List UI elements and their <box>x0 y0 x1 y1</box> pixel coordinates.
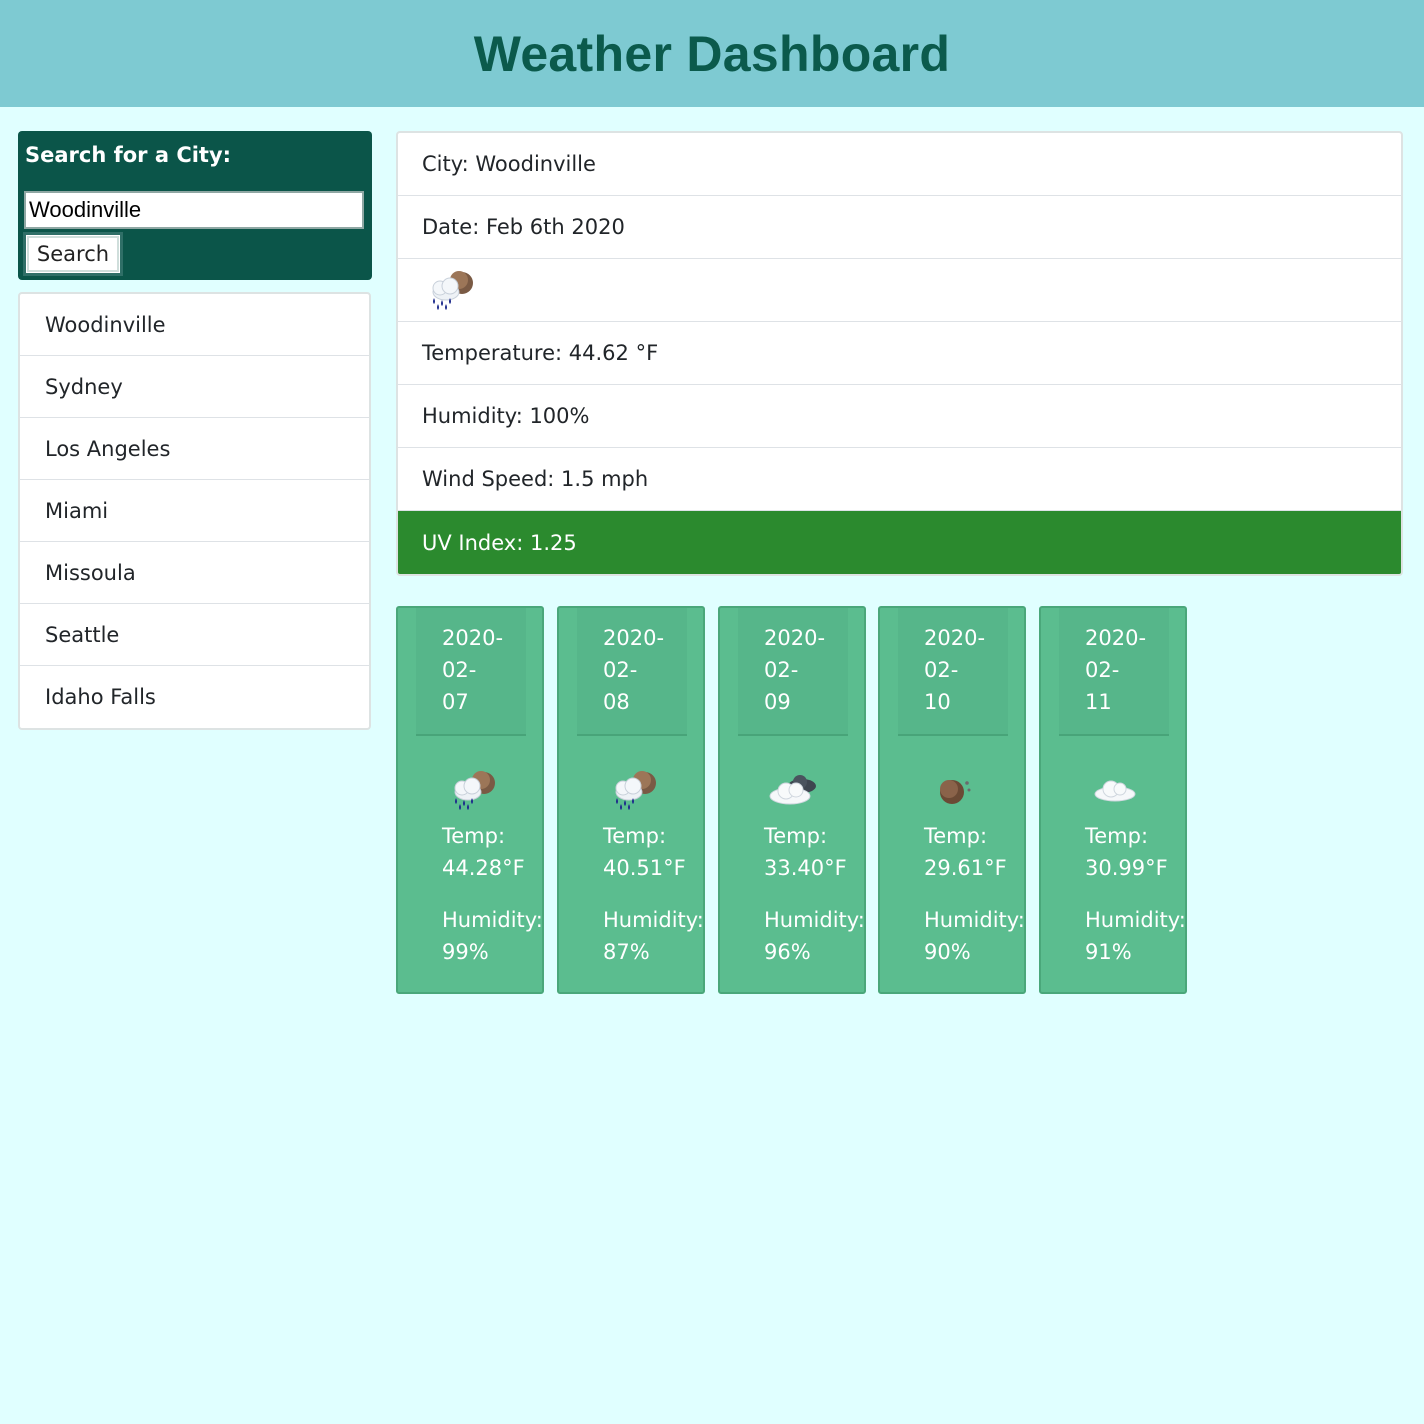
history-item-woodinville[interactable]: Woodinville <box>20 294 369 356</box>
forecast-date-month: 02- <box>442 658 477 682</box>
history-item-idaho-falls[interactable]: Idaho Falls <box>20 666 369 728</box>
forecast-date-day: 07 <box>442 690 469 714</box>
forecast-date-year: 2020- <box>924 626 986 650</box>
search-history-list: Woodinville Sydney Los Angeles Miami Mis… <box>18 292 371 730</box>
forecast-date-year: 2020- <box>603 626 665 650</box>
forecast-date-month: 02- <box>1085 658 1120 682</box>
city-search-input[interactable] <box>24 191 364 229</box>
forecast-date-day: 09 <box>764 690 791 714</box>
forecast-temp: 44.28°F <box>442 856 525 880</box>
forecast-humidity-label: Humidity: <box>442 908 543 932</box>
current-wind-speed: Wind Speed: 1.5 mph <box>398 448 1401 511</box>
forecast-date: 2020- 02- 07 <box>416 608 526 736</box>
forecast-humidity: 90% <box>924 940 971 964</box>
forecast-date-day: 10 <box>924 690 951 714</box>
forecast-temp: 33.40°F <box>764 856 847 880</box>
forecast-date-day: 11 <box>1085 690 1112 714</box>
history-item-missoula[interactable]: Missoula <box>20 542 369 604</box>
rain-and-night-icon <box>605 770 661 810</box>
forecast-humidity: 99% <box>442 940 489 964</box>
forecast-temp: 29.61°F <box>924 856 1007 880</box>
current-humidity: Humidity: 100% <box>398 385 1401 448</box>
forecast-humidity: 96% <box>764 940 811 964</box>
current-icon-row <box>398 259 1401 322</box>
search-title: Search for a City: <box>25 143 232 167</box>
page-header: Weather Dashboard <box>0 0 1424 107</box>
forecast-date: 2020- 02- 11 <box>1059 608 1169 736</box>
forecast-date: 2020- 02- 10 <box>898 608 1008 736</box>
rain-and-night-icon <box>422 270 478 310</box>
forecast-date-month: 02- <box>924 658 959 682</box>
forecast-humidity: 91% <box>1085 940 1132 964</box>
page-title: Weather Dashboard <box>473 25 951 82</box>
forecast-temp-label: Temp: <box>603 824 667 848</box>
forecast-date-year: 2020- <box>442 626 504 650</box>
history-item-los-angeles[interactable]: Los Angeles <box>20 418 369 480</box>
current-city: City: Woodinville <box>398 133 1401 196</box>
forecast-card: 2020- 02- 11 Temp: 30.99°F Humidity: 91% <box>1039 606 1187 994</box>
uv-index-badge: UV Index: 1.25 <box>398 511 1401 574</box>
forecast-date: 2020- 02- 09 <box>738 608 848 736</box>
forecast-humidity-label: Humidity: <box>603 908 704 932</box>
forecast-temp-label: Temp: <box>924 824 988 848</box>
forecast-humidity-label: Humidity: <box>764 908 865 932</box>
forecast-temp-label: Temp: <box>1085 824 1149 848</box>
forecast-humidity-label: Humidity: <box>924 908 1025 932</box>
forecast-card: 2020- 02- 10 Temp: 29.61°F Humidity: 90% <box>878 606 1026 994</box>
search-panel: Search for a City: Search <box>18 131 372 280</box>
forecast-humidity-label: Humidity: <box>1085 908 1186 932</box>
forecast-temp: 40.51°F <box>603 856 686 880</box>
forecast-date-day: 08 <box>603 690 630 714</box>
cloud-icon <box>1087 770 1143 810</box>
forecast-card: 2020- 02- 09 Temp: 33.40°F Humidity: 96% <box>718 606 866 994</box>
forecast-date-month: 02- <box>764 658 799 682</box>
history-item-seattle[interactable]: Seattle <box>20 604 369 666</box>
forecast-temp: 30.99°F <box>1085 856 1168 880</box>
history-item-sydney[interactable]: Sydney <box>20 356 369 418</box>
forecast-date-year: 2020- <box>764 626 826 650</box>
forecast-humidity: 87% <box>603 940 650 964</box>
forecast-date-month: 02- <box>603 658 638 682</box>
forecast-date-year: 2020- <box>1085 626 1147 650</box>
history-item-miami[interactable]: Miami <box>20 480 369 542</box>
forecast-temp-label: Temp: <box>442 824 506 848</box>
current-weather-panel: City: Woodinville Date: Feb 6th 2020 Tem… <box>396 131 1403 576</box>
forecast-temp-label: Temp: <box>764 824 828 848</box>
night-clear-icon <box>926 770 982 810</box>
current-temperature: Temperature: 44.62 °F <box>398 322 1401 385</box>
search-button[interactable]: Search <box>23 232 123 276</box>
forecast-card: 2020- 02- 08 Temp: 40.51°F Humidity: 87% <box>557 606 705 994</box>
current-date: Date: Feb 6th 2020 <box>398 196 1401 259</box>
rain-and-night-icon <box>444 770 500 810</box>
forecast-card: 2020- 02- 07 Temp: 44.28°F Humidity: 99% <box>396 606 544 994</box>
forecast-date: 2020- 02- 08 <box>577 608 687 736</box>
broken-clouds-icon <box>766 770 822 810</box>
